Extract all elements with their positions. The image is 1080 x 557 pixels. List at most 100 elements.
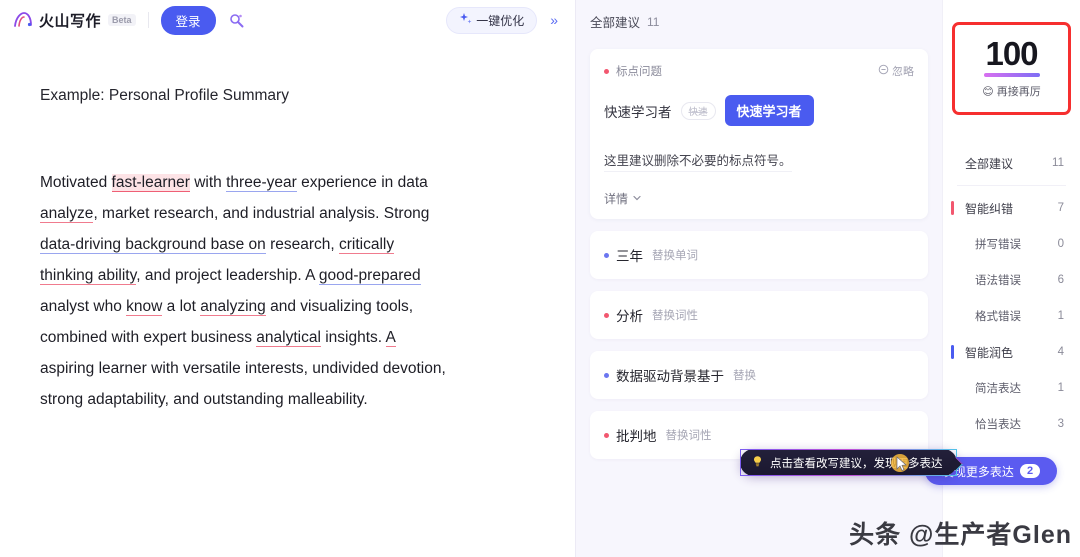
error-span-thinking-ability[interactable]: thinking ability	[40, 267, 137, 285]
category-marker-icon	[951, 345, 954, 359]
text-span: , market research, and industrial analys…	[93, 205, 430, 222]
sidebar-item-count: 3	[1057, 418, 1064, 430]
text-span: insights.	[320, 329, 386, 346]
error-span-analyze[interactable]: analyze	[40, 205, 94, 223]
card-header: 标点问题 忽略	[604, 63, 914, 79]
collapse-panel-icon[interactable]: »	[543, 9, 565, 31]
sidebar-item-format-errors[interactable]: 格式错误 1	[943, 298, 1080, 334]
sidebar-item-all-suggestions[interactable]: 全部建议 11	[943, 145, 1080, 181]
login-button[interactable]: 登录	[160, 5, 216, 35]
suggestion-tag: 标点问题	[616, 66, 662, 78]
error-span-analytical[interactable]: analytical	[256, 329, 321, 347]
tooltip-text: 点击查看改写建议，发现更多表达	[770, 457, 943, 470]
category-marker-icon	[951, 201, 954, 215]
text-span: , and project leadership. A	[136, 267, 319, 284]
sidebar-item-label: 智能润色	[965, 345, 1014, 360]
sidebar-item-label: 智能纠错	[965, 201, 1014, 216]
sidebar-item-count: 0	[1057, 238, 1064, 250]
sidebar-item-count: 7	[1057, 202, 1064, 214]
score-card[interactable]: 100 😊 再接再厉	[958, 28, 1065, 109]
row-action: 替换词性	[652, 310, 698, 322]
category-list: 全部建议 11 智能纠错 7 拼写错误 0 语法错误 6 格式错误 1 智能润色…	[943, 145, 1080, 442]
suggestion-row-0[interactable]: 三年 替换单词	[590, 231, 928, 279]
suggestion-description: 这里建议删除不必要的标点符号。	[604, 150, 792, 172]
list-divider	[957, 185, 1066, 186]
sidebar-item-count: 1	[1057, 310, 1064, 322]
suggestion-card-punctuation[interactable]: 标点问题 忽略 快速学习者 快速 快速学习者 这里建议删除不必要的标点符号。 详…	[590, 49, 928, 219]
sidebar-item-label: 拼写错误	[975, 239, 1021, 251]
doc-line-5: analyst who know a lot analyzing and vis…	[40, 291, 533, 322]
sidebar-item-label: 格式错误	[975, 311, 1021, 323]
sidebar-item-count: 11	[1052, 157, 1064, 169]
sidebar-item-grammar-errors[interactable]: 语法错误 6	[943, 262, 1080, 298]
mouse-cursor-icon	[889, 452, 911, 481]
toolbar-divider	[147, 12, 149, 28]
text-span: combined with expert business	[40, 329, 257, 346]
sidebar-item-smart-correction[interactable]: 智能纠错 7	[943, 190, 1080, 226]
sidebar-item-spelling-errors[interactable]: 拼写错误 0	[943, 226, 1080, 262]
score-underline-decor	[983, 73, 1040, 77]
document-editor[interactable]: Example: Personal Profile Summary Motiva…	[0, 40, 575, 415]
app-logo[interactable]: 火山写作 Beta	[12, 9, 136, 31]
ignore-label: 忽略	[892, 66, 914, 78]
suggestion-row-2[interactable]: 数据驱动背景基于 替换	[590, 351, 928, 399]
ignore-button[interactable]: 忽略	[878, 63, 914, 79]
text-span: Motivated	[40, 174, 112, 191]
error-span-fast-learner[interactable]: fast-learner	[111, 174, 190, 192]
text-span: analyst who	[40, 298, 127, 315]
sidebar-item-label: 简洁表达	[975, 383, 1021, 395]
sidebar-item-label: 语法错误	[975, 275, 1021, 287]
sidebar-item-count: 6	[1057, 274, 1064, 286]
row-action: 替换词性	[665, 430, 712, 442]
original-text: 快速学习者	[604, 104, 672, 120]
score-sidebar: 100 😊 再接再厉 全部建议 11 智能纠错 7 拼写错误 0 语法错误 6 …	[925, 0, 1080, 557]
app-root: 火山写作 Beta 登录 一键优化 » Example: Personal Pr…	[0, 0, 1080, 557]
optimize-label: 一键优化	[476, 13, 525, 28]
error-span-good-prepared[interactable]: good-prepared	[318, 267, 421, 285]
error-span-data-driving[interactable]: data-driving background base on	[40, 236, 266, 254]
detail-expander[interactable]: 详情	[604, 190, 914, 207]
sparkle-icon	[459, 12, 472, 28]
score-value: 100	[985, 35, 1038, 72]
suggestions-header-count: 11	[647, 14, 660, 29]
error-span-analyzing[interactable]: analyzing	[200, 298, 266, 316]
error-span-know[interactable]: know	[126, 298, 163, 316]
sidebar-item-label: 恰当表达	[975, 419, 1021, 431]
doc-line-6: combined with expert business analytical…	[40, 322, 533, 353]
document-body[interactable]: Motivated fast-learner with three-year e…	[40, 167, 533, 415]
watermark: 头条 @生产者Glen	[849, 521, 1072, 549]
smile-emoji-icon: 😊	[982, 85, 994, 98]
sidebar-item-label: 全部建议	[965, 156, 1014, 171]
magic-wand-icon[interactable]	[224, 7, 250, 33]
error-span-critically[interactable]: critically	[339, 236, 395, 254]
sidebar-item-count: 1	[1057, 382, 1064, 394]
error-span-three-year[interactable]: three-year	[226, 174, 297, 192]
doc-line-4: thinking ability, and project leadership…	[40, 260, 533, 291]
replacement-row: 快速学习者 快速 快速学习者	[604, 95, 914, 126]
more-button-badge: 2	[1019, 464, 1041, 478]
error-span-a[interactable]: A	[385, 329, 396, 347]
row-action: 替换单词	[652, 250, 698, 262]
apply-replacement-button[interactable]: 快速学习者	[724, 95, 814, 126]
suggestions-list: 标点问题 忽略 快速学习者 快速 快速学习者 这里建议删除不必要的标点符号。 详…	[576, 31, 942, 459]
suggestions-header: 全部建议 11	[576, 0, 942, 31]
detail-label: 详情	[604, 192, 629, 206]
text-span: with	[189, 174, 227, 191]
document-title: Example: Personal Profile Summary	[40, 87, 289, 104]
suggestion-row-1[interactable]: 分析 替换词性	[590, 291, 928, 339]
doc-line-3: data-driving background base on research…	[40, 229, 533, 260]
sidebar-item-smart-polish[interactable]: 智能润色 4	[943, 334, 1080, 370]
volcano-logo-icon	[12, 9, 34, 31]
editor-column: 火山写作 Beta 登录 一键优化 » Example: Personal Pr…	[0, 0, 576, 557]
doc-line-8: strong adaptability, and outstanding mal…	[40, 391, 368, 408]
row-word: 数据驱动背景基于	[616, 369, 724, 384]
row-word: 批判地	[616, 429, 657, 444]
doc-line-2: analyze, market research, and industrial…	[40, 198, 533, 229]
severity-dot-icon	[604, 252, 609, 258]
sidebar-item-concise-expression[interactable]: 简洁表达 1	[943, 370, 1080, 406]
score-highlight-box: 100 😊 再接再厉	[952, 22, 1071, 115]
doc-line-7: aspiring learner with versatile interest…	[40, 360, 446, 377]
sidebar-item-appropriate-expression[interactable]: 恰当表达 3	[943, 406, 1080, 442]
optimize-button[interactable]: 一键优化	[446, 6, 538, 34]
severity-dot-icon	[604, 372, 609, 378]
